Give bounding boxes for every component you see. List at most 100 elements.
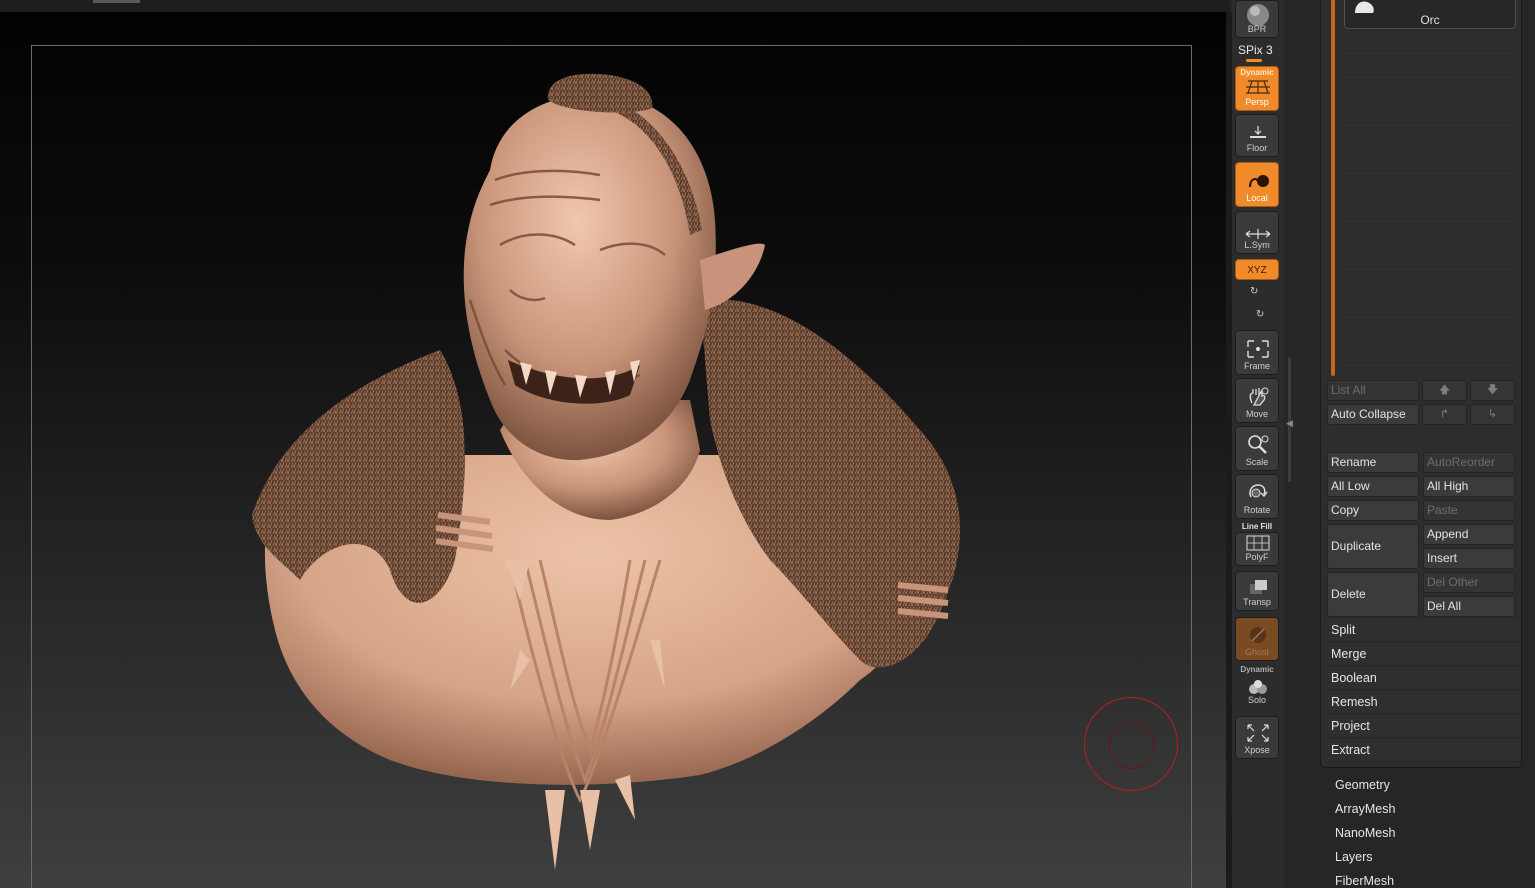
arrow-curve-down-icon: ↳ [1487,408,1498,420]
ghost-button[interactable]: Ghost [1235,617,1279,661]
palette-right-margin [1522,0,1535,888]
brush-cursor-inner [1109,723,1155,769]
persp-label: Persp [1245,97,1269,107]
hand-move-icon [1249,387,1269,406]
lsym-arrows-icon [1245,229,1271,239]
collapse-arrow-icon[interactable]: ◀ [1286,418,1293,429]
auto-collapse-button[interactable]: Auto Collapse [1327,404,1419,425]
boolean-section[interactable]: Boolean [1327,667,1519,690]
polyf-button[interactable]: PolyF [1235,532,1279,566]
list-all-button[interactable]: List All [1327,380,1419,401]
del-all-button[interactable]: Del All [1423,596,1515,617]
append-button[interactable]: Append [1423,524,1515,545]
arrow-down-icon: 🡇 [1486,384,1499,396]
right-shelf: BPR SPix 3 Dynamic Persp Floor Local L.S… [1232,0,1284,888]
extract-section[interactable]: Extract [1327,739,1519,762]
subtool-name: Orc [1420,13,1440,27]
xyz-label: XYZ [1247,265,1267,276]
fibermesh-menu[interactable]: FiberMesh [1335,874,1394,888]
lsym-button[interactable]: L.Sym [1235,211,1279,254]
move-button[interactable]: Move [1235,378,1279,423]
lsym-label: L.Sym [1244,240,1270,250]
xpose-button[interactable]: Xpose [1235,716,1279,759]
copy-button[interactable]: Copy [1327,500,1419,521]
move-down-right-button[interactable]: ↳ [1470,404,1515,425]
frame-label: Frame [1243,361,1270,371]
list-slot[interactable] [1345,29,1515,54]
rotate-z-icon[interactable]: ↻ [1256,309,1264,320]
split-section[interactable]: Split [1327,619,1519,642]
solo-spheres-icon [1249,680,1267,694]
list-slot[interactable] [1345,341,1515,366]
project-section[interactable]: Project [1327,715,1519,738]
spix-label: SPix 3 [1238,43,1273,57]
move-down-button[interactable]: 🡇 [1470,380,1515,401]
delete-button[interactable]: Delete [1327,572,1419,617]
spix-slider[interactable] [1246,59,1262,62]
move-up-right-button[interactable]: ↱ [1422,404,1467,425]
all-high-button[interactable]: All High [1423,476,1515,497]
local-label: Local [1246,193,1268,203]
perspective-grid-icon [1246,80,1270,94]
linefill-label: Line Fill [1241,522,1273,531]
nanomesh-menu[interactable]: NanoMesh [1335,826,1395,840]
insert-button[interactable]: Insert [1423,548,1515,569]
rename-button[interactable]: Rename [1327,452,1419,473]
floor-button[interactable]: Floor [1235,114,1279,157]
local-symmetry-icon [1249,175,1269,188]
magnifier-scale-icon [1248,435,1269,454]
persp-button[interactable]: Dynamic Persp [1235,66,1279,111]
document-frame [31,45,1192,888]
bpr-button[interactable]: BPR [1235,0,1279,38]
list-slot[interactable] [1345,149,1515,174]
xyz-rotation-button[interactable]: XYZ [1235,259,1279,280]
local-button[interactable]: Local [1235,162,1279,207]
rotate-label: Rotate [1243,505,1271,515]
geometry-menu[interactable]: Geometry [1335,778,1390,792]
subtool-list [1345,0,1515,370]
polyf-label: PolyF [1245,552,1269,562]
rotate-icon [1249,484,1268,498]
list-slot[interactable] [1345,245,1515,270]
transp-button[interactable]: Transp [1235,571,1279,611]
transp-label: Transp [1243,597,1271,607]
solo-dynamic-label: Dynamic [1240,665,1274,674]
scale-button[interactable]: Scale [1235,426,1279,471]
xpose-label: Xpose [1244,745,1270,755]
xpose-icon [1247,724,1269,742]
orc-thumbnail-icon [1355,1,1374,13]
remesh-section[interactable]: Remesh [1327,691,1519,714]
rotate-button[interactable]: Rotate [1235,474,1279,519]
ghost-label: Ghost [1244,647,1269,657]
move-up-button[interactable]: 🡅 [1422,380,1467,401]
autoreorder-button[interactable]: AutoReorder [1423,452,1515,473]
viewport-canvas[interactable] [0,12,1226,888]
subtool-scrollbar[interactable] [1331,0,1335,376]
transparency-icon [1250,580,1267,594]
solo-label: Solo [1247,695,1266,705]
ghost-icon [1250,627,1266,643]
scale-label: Scale [1245,457,1269,467]
top-menu-strip [0,0,1230,12]
floor-icon [1250,126,1266,138]
duplicate-button[interactable]: Duplicate [1327,524,1419,569]
persp-dynamic-label: Dynamic [1240,68,1274,77]
floor-label: Floor [1246,143,1268,153]
merge-section[interactable]: Merge [1327,643,1519,666]
subtool-item-orc[interactable]: Orc [1344,0,1516,29]
paste-button[interactable]: Paste [1423,500,1515,521]
del-other-button[interactable]: Del Other [1423,572,1515,593]
list-slot[interactable] [1345,293,1515,318]
list-slot[interactable] [1345,197,1515,222]
list-slot[interactable] [1345,101,1515,126]
list-slot[interactable] [1345,53,1515,78]
all-low-button[interactable]: All Low [1327,476,1419,497]
frame-button[interactable]: Frame [1235,330,1279,375]
arraymesh-menu[interactable]: ArrayMesh [1335,802,1395,816]
rotate-y-icon[interactable]: ↻ [1250,286,1258,297]
polyframe-grid-icon [1246,535,1270,551]
top-tab-indicator[interactable] [93,0,140,3]
solo-button[interactable]: Solo [1235,675,1279,709]
layers-menu[interactable]: Layers [1335,850,1373,864]
arrow-curve-up-icon: ↱ [1439,408,1450,420]
